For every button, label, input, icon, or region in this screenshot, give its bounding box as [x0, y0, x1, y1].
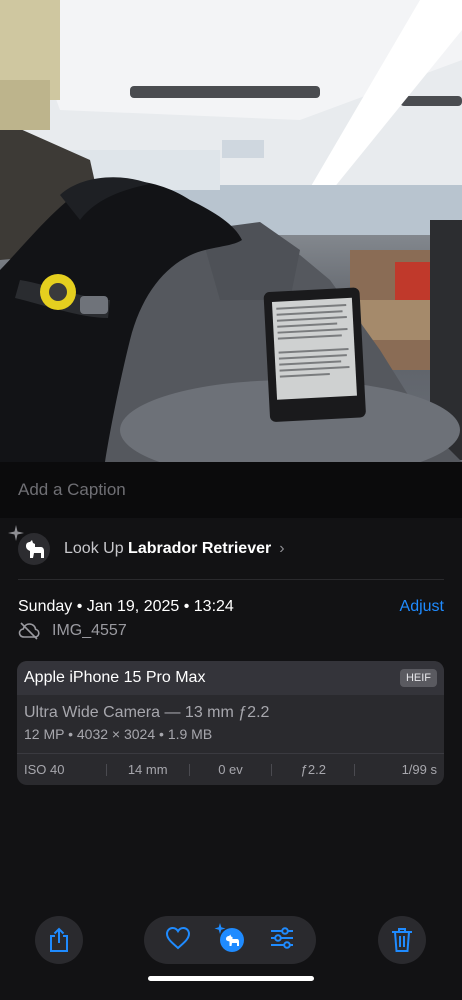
dog-icon	[26, 540, 44, 558]
cloud-off-icon	[18, 622, 40, 640]
shutter-value: 1/99 s	[401, 762, 437, 777]
visual-lookup-button[interactable]	[214, 922, 246, 958]
dog-lookup-badge	[8, 525, 50, 565]
trash-icon	[392, 928, 412, 952]
date-row: Sunday • Jan 19, 2025 • 13:24 Adjust	[18, 598, 444, 616]
action-pill	[144, 916, 316, 964]
aperture-value: ƒ2.2	[300, 762, 326, 777]
iso-value: ISO 40	[24, 762, 65, 777]
lookup-prefix: Look Up	[64, 540, 124, 557]
caption-field[interactable]: Add a Caption	[0, 462, 462, 518]
lookup-subject: Labrador Retriever	[128, 540, 272, 557]
adjust-sliders-icon	[270, 926, 293, 949]
exposure-value: 0 ev	[218, 762, 243, 777]
home-indicator	[148, 976, 314, 981]
visual-lookup-row[interactable]: Look Up Labrador Retriever ›	[8, 525, 444, 568]
camera-header: Apple iPhone 15 Pro Max HEIF	[17, 661, 444, 695]
image-spec: 12 MP • 4032 × 3024 • 1.9 MB	[24, 726, 213, 742]
caption-placeholder: Add a Caption	[18, 480, 126, 499]
camera-info-card: Apple iPhone 15 Pro Max HEIF Ultra Wide …	[17, 661, 444, 785]
heart-icon	[166, 926, 191, 949]
visual-lookup-icon	[214, 922, 244, 952]
focal-length-value: 14 mm	[127, 762, 168, 777]
bottom-toolbar	[0, 912, 462, 972]
camera-model: Apple iPhone 15 Pro Max	[24, 669, 206, 686]
edit-button[interactable]	[269, 926, 295, 954]
lens-info: Ultra Wide Camera — 13 mm ƒ2.2	[24, 704, 270, 721]
divider	[18, 579, 444, 580]
file-row: IMG_4557	[18, 622, 127, 640]
lookup-label: Look Up Labrador Retriever	[64, 540, 271, 558]
chevron-right-icon: ›	[279, 540, 285, 557]
sparkle-icon	[8, 525, 24, 541]
delete-button[interactable]	[378, 916, 426, 964]
exif-metrics: ISO 40 14 mm 0 ev ƒ2.2 1/99 s	[17, 753, 444, 785]
share-button[interactable]	[35, 916, 83, 964]
adjust-button[interactable]: Adjust	[400, 598, 444, 616]
favorite-button[interactable]	[165, 926, 191, 955]
photo[interactable]	[0, 0, 462, 462]
date-time: Sunday • Jan 19, 2025 • 13:24	[18, 598, 234, 615]
format-badge: HEIF	[399, 669, 437, 687]
share-icon	[50, 927, 68, 952]
file-name: IMG_4557	[52, 622, 127, 639]
